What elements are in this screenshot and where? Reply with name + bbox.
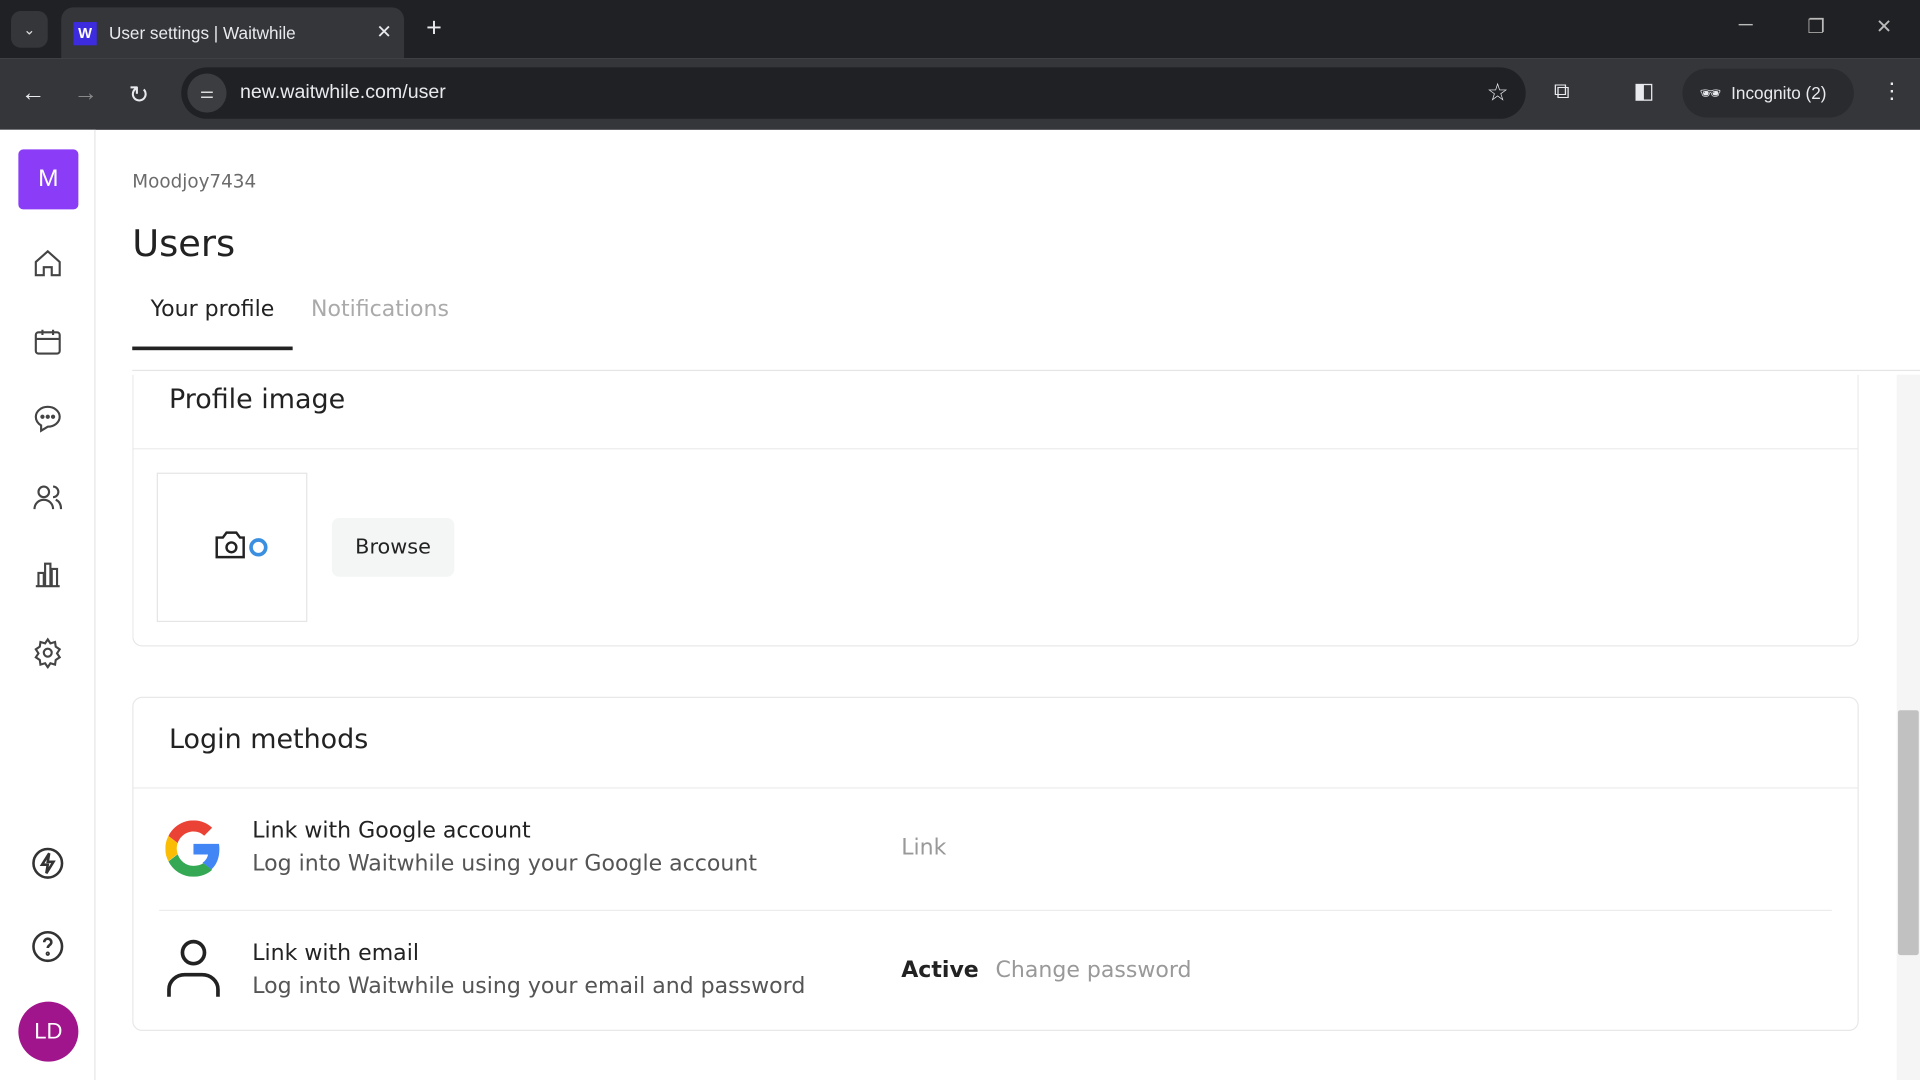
restore-button[interactable]: ❐ bbox=[1807, 15, 1825, 39]
bolt-icon[interactable] bbox=[29, 845, 66, 882]
close-window-button[interactable]: ✕ bbox=[1876, 15, 1892, 39]
link-google-button[interactable]: Link bbox=[901, 835, 946, 861]
help-icon[interactable] bbox=[29, 928, 66, 965]
reload-button[interactable]: ↻ bbox=[129, 80, 150, 111]
email-title: Link with email bbox=[252, 940, 419, 967]
gear-icon[interactable] bbox=[29, 634, 66, 671]
chart-icon[interactable] bbox=[29, 556, 66, 593]
person-icon bbox=[167, 939, 220, 997]
incognito-icon: 🕶 bbox=[1699, 82, 1722, 103]
bookmark-star-icon[interactable]: ☆ bbox=[1487, 77, 1509, 108]
google-icon bbox=[165, 820, 220, 877]
login-method-email: Link with email Log into Waitwhile using… bbox=[159, 911, 1832, 1033]
close-tab-icon[interactable]: ✕ bbox=[376, 21, 391, 43]
profile-image-card: Profile image Browse bbox=[132, 374, 1859, 647]
incognito-label: Incognito (2) bbox=[1731, 83, 1827, 103]
forward-button[interactable]: → bbox=[73, 80, 97, 108]
tab-your-profile[interactable]: Your profile bbox=[132, 294, 293, 351]
browser-tabbar: ⌄ W User settings | Waitwhile ✕ + ─ ❐ ✕ bbox=[0, 0, 1920, 59]
waitwhile-favicon: W bbox=[73, 21, 97, 45]
home-icon[interactable] bbox=[29, 245, 66, 282]
sidebar: M LD bbox=[0, 129, 96, 1080]
google-title: Link with Google account bbox=[252, 817, 531, 844]
url-text[interactable]: new.waitwhile.com/user bbox=[240, 82, 446, 104]
google-subtitle: Log into Waitwhile using your Google acc… bbox=[252, 851, 757, 877]
org-name: Moodjoy7434 bbox=[132, 170, 257, 193]
extensions-icon[interactable]: ⧉ bbox=[1554, 78, 1570, 104]
camera-icon bbox=[215, 531, 268, 559]
chat-icon[interactable] bbox=[29, 400, 66, 437]
tabs: Your profile Notifications bbox=[132, 294, 468, 351]
main-content: Moodjoy7434 Users Your profile Notificat… bbox=[97, 130, 1920, 1080]
back-button[interactable]: ← bbox=[21, 80, 45, 108]
change-password-link[interactable]: Change password bbox=[996, 958, 1192, 984]
page-title: Users bbox=[132, 222, 236, 266]
menu-icon[interactable]: ⋮ bbox=[1881, 78, 1903, 104]
address-bar[interactable]: ⚌ new.waitwhile.com/user ☆ bbox=[181, 67, 1526, 119]
divider bbox=[133, 448, 1858, 450]
side-panel-icon[interactable]: ◧ bbox=[1633, 78, 1654, 104]
email-subtitle: Log into Waitwhile using your email and … bbox=[252, 973, 806, 1000]
browser-tab[interactable]: W User settings | Waitwhile ✕ bbox=[61, 7, 405, 59]
active-status: Active bbox=[901, 957, 979, 984]
user-avatar[interactable]: LD bbox=[18, 1001, 79, 1062]
browser-toolbar: ← → ↻ ⚌ new.waitwhile.com/user ☆ ⧉ ◧ 🕶 In… bbox=[0, 58, 1920, 130]
image-upload-area[interactable] bbox=[156, 472, 308, 623]
scrollbar-thumb[interactable] bbox=[1897, 710, 1919, 956]
tab-notifications[interactable]: Notifications bbox=[293, 294, 468, 350]
calendar-icon[interactable] bbox=[29, 323, 66, 360]
divider bbox=[132, 369, 1920, 372]
users-icon[interactable] bbox=[29, 479, 66, 516]
login-method-google: Link with Google account Log into Waitwh… bbox=[159, 789, 1832, 912]
profile-image-title: Profile image bbox=[168, 384, 346, 416]
minimize-button[interactable]: ─ bbox=[1739, 15, 1753, 37]
login-methods-title: Login methods bbox=[168, 724, 369, 756]
tab-title: User settings | Waitwhile bbox=[108, 23, 296, 43]
incognito-button[interactable]: 🕶 Incognito (2) bbox=[1682, 68, 1854, 118]
login-methods-card: Login methods Link with Google account L… bbox=[132, 696, 1859, 1033]
new-tab-button[interactable]: + bbox=[426, 12, 442, 44]
site-info-icon[interactable]: ⚌ bbox=[187, 73, 227, 113]
org-logo[interactable]: M bbox=[18, 149, 79, 210]
browse-button[interactable]: Browse bbox=[331, 517, 455, 577]
tab-search-button[interactable]: ⌄ bbox=[11, 11, 48, 48]
